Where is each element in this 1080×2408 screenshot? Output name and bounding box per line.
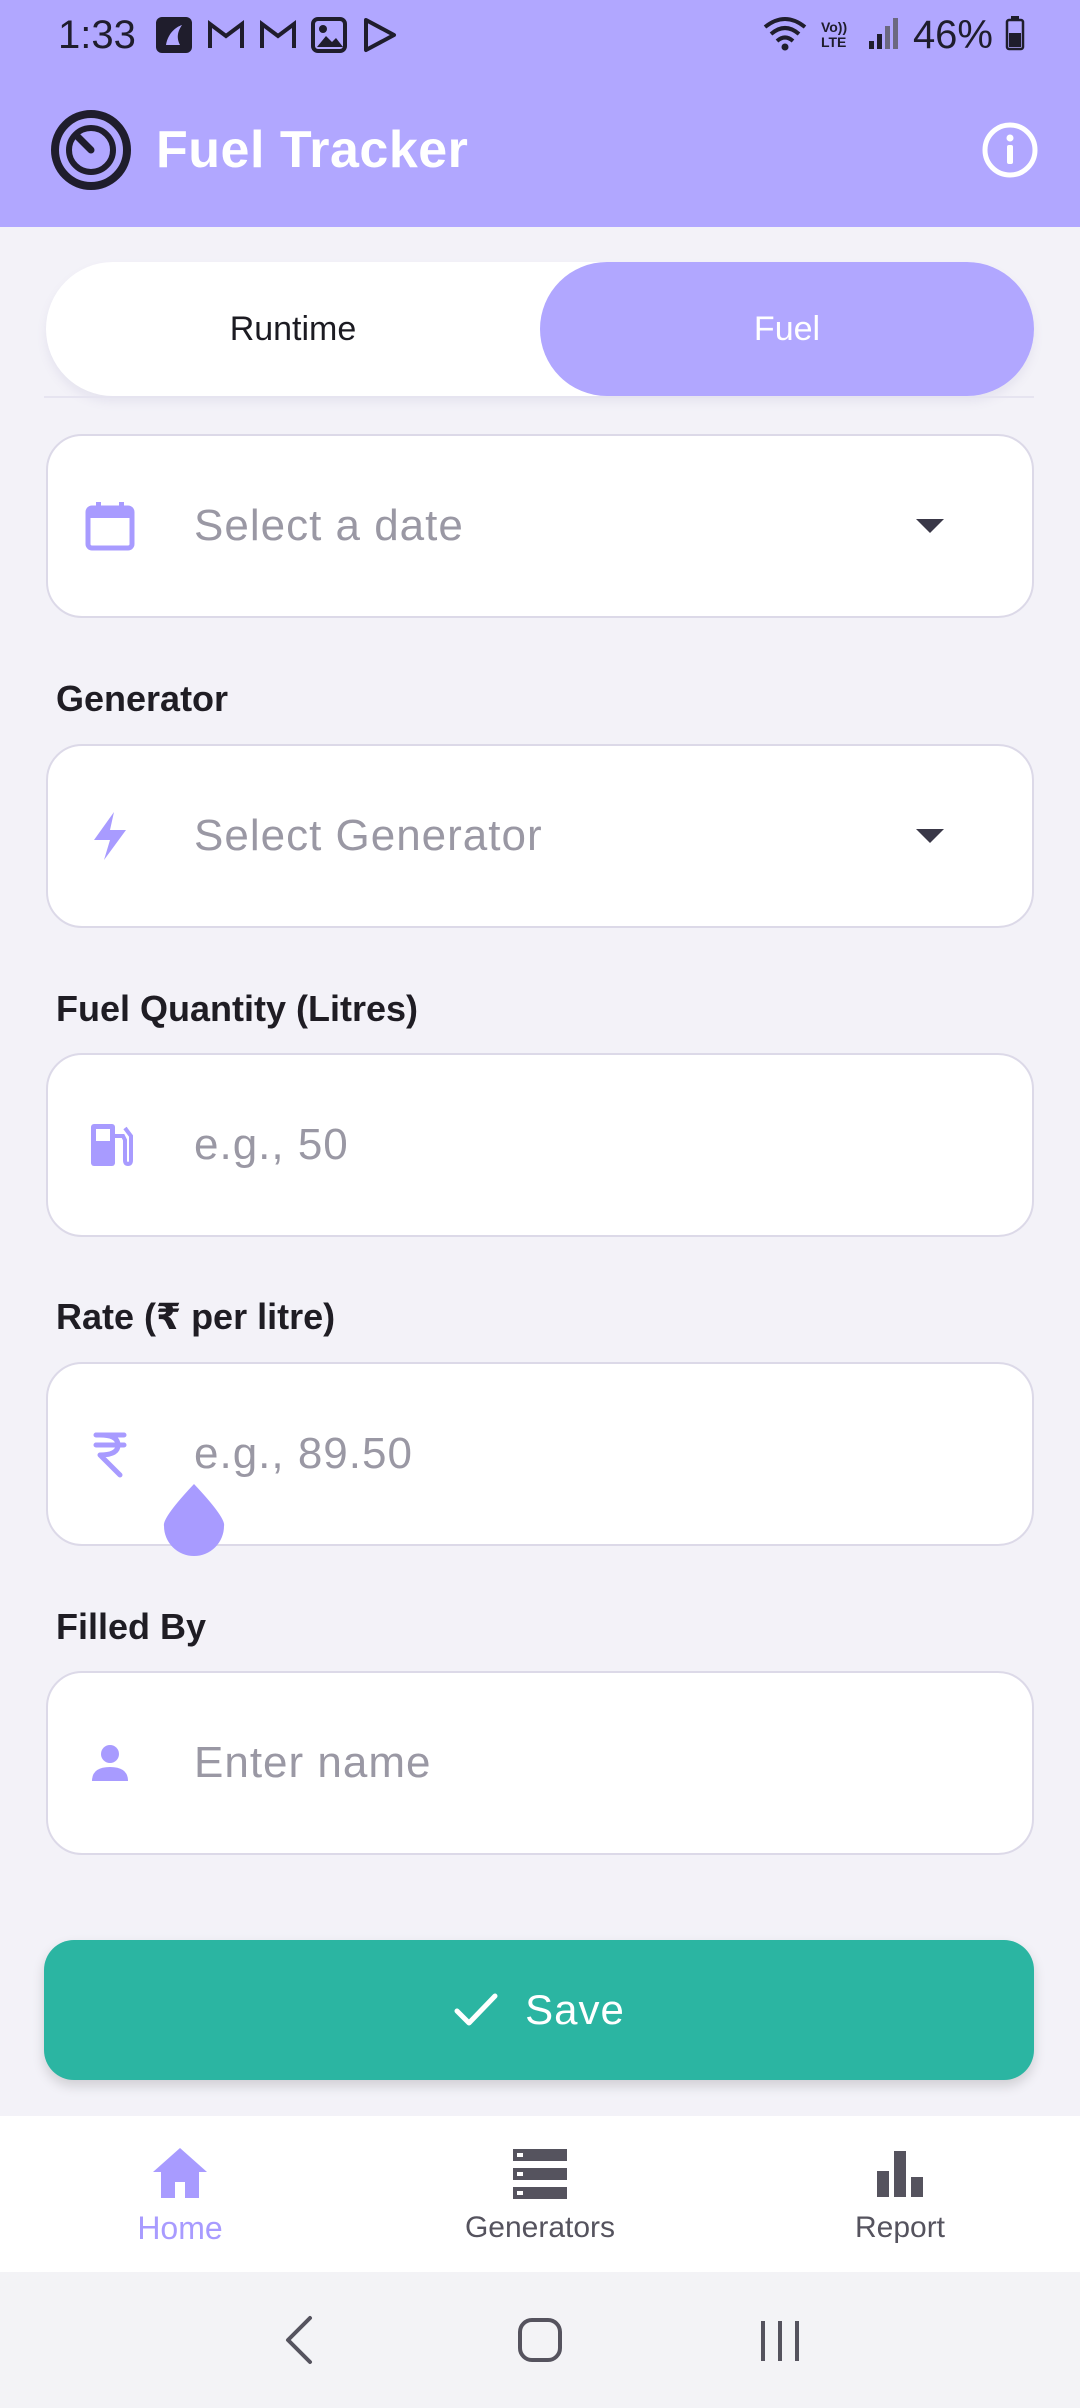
chevron-down-icon: [916, 519, 944, 533]
save-button-label: Save: [525, 1986, 625, 2033]
gmail-icon: [258, 18, 298, 52]
person-icon: [84, 1737, 136, 1789]
gmail-icon: [206, 18, 246, 52]
calendar-icon: [84, 500, 136, 552]
recents-icon[interactable]: [745, 2305, 815, 2375]
filled-by-input[interactable]: [194, 1673, 954, 1853]
generator-input[interactable]: [194, 746, 954, 926]
date-input[interactable]: [194, 436, 954, 616]
battery-percent: 46%: [912, 12, 993, 57]
rupee-icon: [84, 1428, 136, 1480]
info-icon[interactable]: [980, 120, 1040, 180]
rate-label: Rate (₹ per litre): [56, 1296, 336, 1337]
fuel-quantity-field[interactable]: [46, 1053, 1034, 1237]
divider: [44, 396, 1034, 398]
app-title: Fuel Tracker: [156, 121, 469, 179]
bottom-nav: Home Generators Report: [0, 2116, 1080, 2272]
tab-runtime[interactable]: Runtime: [46, 262, 540, 396]
notification-app-icon: [154, 15, 194, 55]
wifi-icon: [761, 13, 809, 58]
gauge-logo-icon: [51, 110, 131, 190]
top-bar: 1:33 Vo)) LTE 46% Fuel Tracker: [0, 0, 1080, 227]
status-right: Vo)) LTE 46%: [761, 13, 1025, 58]
filled-by-label: Filled By: [56, 1606, 207, 1647]
tab-fuel[interactable]: Fuel: [540, 262, 1034, 396]
mode-tabs: Runtime Fuel: [46, 262, 1034, 396]
nav-report-label: Report: [854, 2211, 946, 2244]
system-nav: [0, 2272, 1080, 2408]
nav-item-generators[interactable]: Generators: [360, 2116, 720, 2272]
list-icon: [513, 2149, 567, 2199]
signal-icon: [867, 15, 901, 56]
filled-by-field[interactable]: [46, 1671, 1034, 1855]
fuel-quantity-input[interactable]: [194, 1055, 954, 1235]
gallery-icon: [310, 16, 348, 54]
status-time: 1:33: [58, 12, 136, 57]
nav-generators-label: Generators: [464, 2211, 616, 2244]
chevron-down-icon: [916, 829, 944, 843]
save-button[interactable]: Save: [44, 1940, 1034, 2080]
nav-item-report[interactable]: Report: [720, 2116, 1080, 2272]
date-select[interactable]: [46, 434, 1034, 618]
home-button-icon[interactable]: [505, 2305, 575, 2375]
check-icon: [454, 1993, 498, 2026]
status-bar: 1:33 Vo)) LTE 46%: [0, 0, 1080, 70]
nav-item-home[interactable]: Home: [0, 2116, 360, 2272]
app-bar: Fuel Tracker: [0, 80, 1080, 220]
text-cursor-handle[interactable]: [162, 1482, 226, 1556]
rate-input[interactable]: [194, 1364, 954, 1544]
volte-label: Vo)) LTE: [820, 19, 848, 50]
battery-icon: [1005, 15, 1025, 56]
bolt-icon: [84, 810, 136, 862]
home-icon: [153, 2147, 207, 2198]
play-store-icon: [360, 16, 398, 54]
fuel-pump-icon: [84, 1119, 136, 1171]
nav-home-label: Home: [137, 2209, 223, 2246]
back-icon[interactable]: [265, 2305, 335, 2375]
fuel-quantity-label: Fuel Quantity (Litres): [56, 988, 419, 1029]
generator-label: Generator: [56, 678, 229, 719]
bar-chart-icon: [877, 2151, 923, 2197]
generator-select[interactable]: [46, 744, 1034, 928]
